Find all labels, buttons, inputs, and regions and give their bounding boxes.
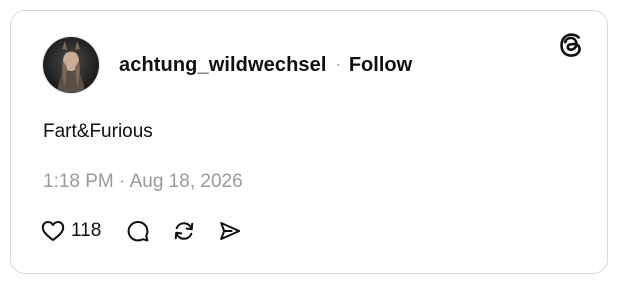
post-text: Fart&Furious xyxy=(43,121,153,142)
reply-button[interactable] xyxy=(126,219,150,243)
post-timestamp[interactable]: 1:18 PM · Aug 18, 2026 xyxy=(43,171,243,193)
username[interactable]: achtung_wildwechsel xyxy=(119,54,327,77)
post-actions: 118 xyxy=(41,219,242,243)
heart-icon xyxy=(41,220,65,242)
repost-icon xyxy=(172,219,196,243)
share-button[interactable] xyxy=(218,219,242,243)
post-header: achtung_wildwechsel · Follow xyxy=(42,36,412,94)
like-button[interactable]: 118 xyxy=(41,220,101,242)
threads-post-card: achtung_wildwechsel · Follow Fart&Furiou… xyxy=(10,10,608,274)
separator-dot: · xyxy=(335,56,341,73)
avatar[interactable] xyxy=(42,36,100,94)
follow-button[interactable]: Follow xyxy=(349,54,412,77)
like-count: 118 xyxy=(71,220,102,241)
send-icon xyxy=(218,219,242,243)
repost-button[interactable] xyxy=(172,219,196,243)
threads-logo-icon[interactable] xyxy=(557,31,585,59)
comment-icon xyxy=(126,219,150,243)
